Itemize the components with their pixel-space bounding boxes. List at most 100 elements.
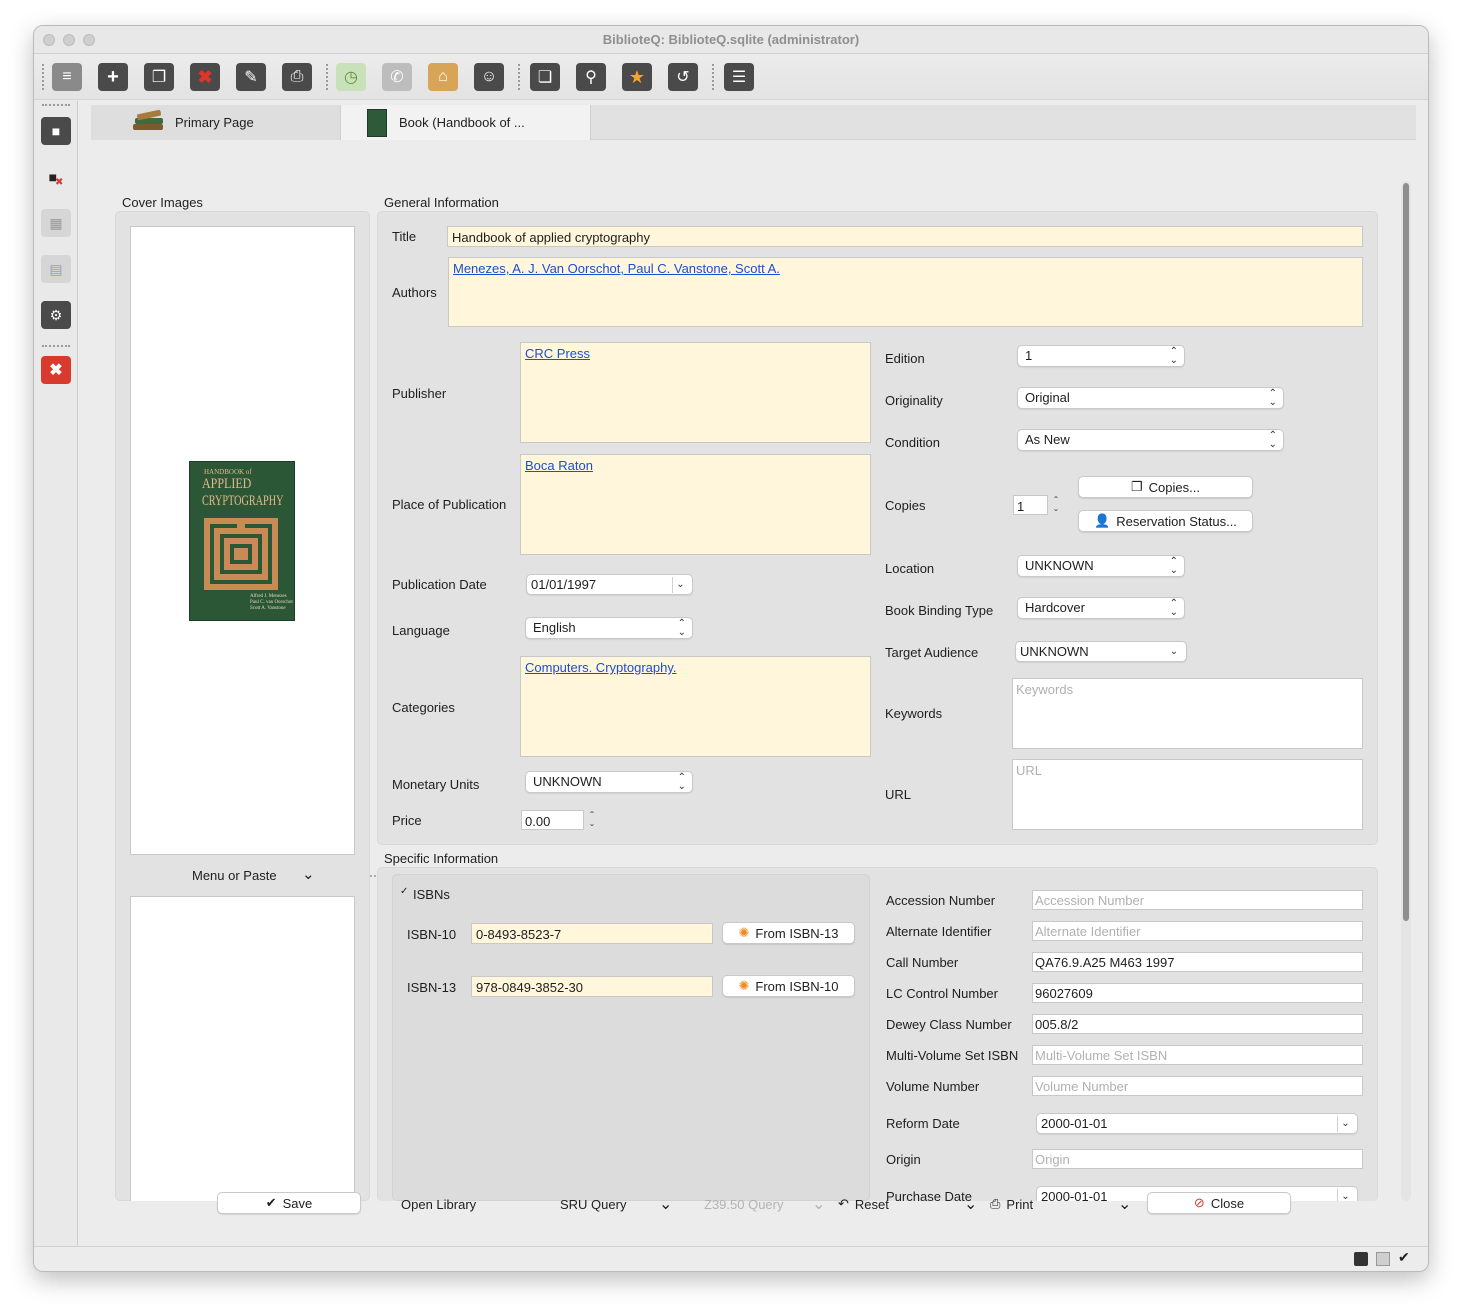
list-view-icon[interactable]: ≡ <box>52 63 82 91</box>
price-stepper[interactable]: ⌃ ⌄ <box>587 810 597 828</box>
calendar-icon[interactable]: ▦ <box>41 209 71 237</box>
origin-field[interactable]: Origin <box>1032 1149 1363 1169</box>
price-field[interactable]: 0.00 <box>521 810 584 830</box>
url-field[interactable]: URL <box>1012 759 1363 830</box>
updown-arrows-icon: ⌃ ⌄ <box>1169 598 1178 618</box>
refresh-icon[interactable]: ↺ <box>668 63 698 91</box>
splitter-handle[interactable] <box>370 875 376 881</box>
copies-button[interactable]: ❐ Copies... <box>1078 476 1253 498</box>
chevron-down-icon[interactable]: ⌄ <box>302 865 315 883</box>
keywords-field[interactable]: Keywords <box>1012 678 1363 749</box>
tab-book[interactable]: Book (Handbook of ... <box>341 105 591 140</box>
print-button[interactable]: ⎙ Print <box>990 1193 1033 1215</box>
from-isbn13-button[interactable]: ✺ From ISBN-13 <box>722 922 855 944</box>
save-button[interactable]: ✔ Save <box>217 1192 361 1214</box>
multi-volume-set-isbn-field[interactable]: Multi-Volume Set ISBN <box>1032 1045 1363 1065</box>
publication-date-value: 01/01/1997 <box>531 577 597 592</box>
delete-icon[interactable]: ✖ <box>190 63 220 91</box>
lc-control-number-field[interactable]: 96027609 <box>1032 983 1363 1003</box>
reset-button[interactable]: ↶ Reset <box>838 1193 889 1215</box>
modify-icon[interactable]: ✎ <box>236 63 266 91</box>
clock-icon[interactable]: ◷ <box>336 63 366 91</box>
front-cover-view[interactable]: HANDBOOK of APPLIED CRYPTOGRAPHY Alfred … <box>130 226 355 855</box>
print-label: Print <box>1006 1196 1034 1212</box>
authors-link[interactable]: Menezes, A. J. Van Oorschot, Paul C. Van… <box>453 261 780 276</box>
print-icon[interactable]: ⎙ <box>282 63 312 91</box>
purchase-date-value: 2000-01-01 <box>1041 1189 1108 1201</box>
volume-number-field[interactable]: Volume Number <box>1032 1076 1363 1096</box>
location-value: UNKNOWN <box>1025 558 1094 573</box>
cover-maze-graphic <box>204 518 278 590</box>
location-select[interactable]: UNKNOWN ⌃ ⌄ <box>1017 555 1185 577</box>
originality-value: Original <box>1025 390 1070 405</box>
back-cover-view[interactable] <box>130 896 355 1201</box>
dewey-class-number-field[interactable]: 005.8/2 <box>1032 1014 1363 1034</box>
copies-field[interactable]: 1 <box>1013 495 1048 515</box>
reset-menu-chevron-down-icon[interactable]: ⌄ <box>964 1193 977 1215</box>
book-binding-type-value: Hardcover <box>1025 600 1085 615</box>
publication-date-picker[interactable]: 01/01/1997 ⌄ <box>526 574 693 595</box>
reservation-status-button[interactable]: 👤 Reservation Status... <box>1078 510 1253 532</box>
from-isbn10-button[interactable]: ✺ From ISBN-10 <box>722 975 855 997</box>
favorite-star-icon[interactable]: ★ <box>622 63 652 91</box>
close-button[interactable]: ⊘ Close <box>1147 1192 1291 1214</box>
isbn13-field[interactable]: 978-0849-3852-30 <box>471 976 713 997</box>
alternate-identifier-label: Alternate Identifier <box>886 924 992 939</box>
checkmark-icon: ✔ <box>265 1195 277 1210</box>
call-number-field[interactable]: QA76.9.A25 M463 1997 <box>1032 952 1363 972</box>
place-link[interactable]: Boca Raton <box>525 458 593 473</box>
menu-or-paste-label[interactable]: Menu or Paste <box>192 868 277 883</box>
edition-select[interactable]: 1 ⌃ ⌄ <box>1017 345 1185 367</box>
title-field[interactable]: Handbook of applied cryptography <box>447 226 1363 247</box>
chevron-down-icon[interactable]: ⌄ <box>1337 1116 1353 1132</box>
reform-date-value: 2000-01-01 <box>1041 1116 1108 1131</box>
categories-link[interactable]: Computers. Cryptography. <box>525 660 677 675</box>
return-item-icon[interactable]: ■ ✖ <box>41 163 71 191</box>
open-library-label: Open Library <box>401 1196 477 1212</box>
chevron-down-icon[interactable]: ⌄ <box>1166 644 1182 660</box>
isbn10-field[interactable]: 0-8493-8523-7 <box>471 923 713 944</box>
sru-query-button[interactable]: SRU Query <box>560 1193 626 1215</box>
copies-stepper[interactable]: ⌃ ⌄ <box>1051 495 1061 513</box>
print-menu-chevron-down-icon[interactable]: ⌄ <box>1118 1193 1131 1215</box>
alternate-identifier-field[interactable]: Alternate Identifier <box>1032 921 1363 941</box>
connection-status-icon <box>1354 1252 1368 1266</box>
language-select[interactable]: English ⌃ ⌄ <box>525 617 693 639</box>
open-library-button[interactable]: Open Library <box>401 1193 476 1215</box>
publication-date-label: Publication Date <box>392 577 487 592</box>
card-icon[interactable]: ▤ <box>41 255 71 283</box>
phone-icon[interactable]: ✆ <box>382 63 412 91</box>
originality-select[interactable]: Original ⌃ ⌄ <box>1017 387 1284 409</box>
sru-query-menu-chevron-down-icon[interactable]: ⌄ <box>659 1193 672 1215</box>
isbns-checkbox[interactable]: ✓ <box>400 886 408 897</box>
categories-field[interactable]: Computers. Cryptography. <box>520 656 871 757</box>
publisher-field[interactable]: CRC Press <box>520 342 871 443</box>
target-audience-select[interactable]: UNKNOWN ⌄ <box>1015 641 1187 662</box>
place-of-publication-field[interactable]: Boca Raton <box>520 454 871 555</box>
reservation-status-label: Reservation Status... <box>1116 513 1237 529</box>
publisher-link[interactable]: CRC Press <box>525 346 590 361</box>
book-binding-type-select[interactable]: Hardcover ⌃ ⌄ <box>1017 597 1185 619</box>
chevron-down-icon[interactable]: ⌄ <box>672 577 688 593</box>
scrollbar-thumb[interactable] <box>1403 183 1409 921</box>
settings-gear-icon[interactable]: ⚙ <box>41 301 71 329</box>
condition-label: Condition <box>885 435 940 450</box>
monetary-units-select[interactable]: UNKNOWN ⌃ ⌄ <box>525 771 693 793</box>
condition-select[interactable]: As New ⌃ ⌄ <box>1017 429 1284 451</box>
members-icon[interactable]: ☺ <box>474 63 504 91</box>
search-icon[interactable]: ⚲ <box>576 63 606 91</box>
add-icon[interactable]: + <box>98 63 128 91</box>
copies-icon: ❐ <box>1131 479 1143 494</box>
checkout-icon[interactable]: ■ <box>41 117 71 145</box>
reform-date-picker[interactable]: 2000-01-01 ⌄ <box>1036 1113 1358 1134</box>
detail-list-icon[interactable]: ☰ <box>724 63 754 91</box>
exit-icon[interactable]: ✖ <box>41 356 71 384</box>
copy-icon[interactable]: ❏ <box>530 63 560 91</box>
tab-primary-page[interactable]: Primary Page <box>91 105 341 140</box>
monetary-units-value: UNKNOWN <box>533 774 602 789</box>
authors-field[interactable]: Menezes, A. J. Van Oorschot, Paul C. Van… <box>448 257 1363 327</box>
chevron-down-icon[interactable]: ⌄ <box>1337 1189 1353 1201</box>
accession-number-field[interactable]: Accession Number <box>1032 890 1363 910</box>
duplicate-icon[interactable]: ❐ <box>144 63 174 91</box>
home-icon[interactable]: ⌂ <box>428 63 458 91</box>
